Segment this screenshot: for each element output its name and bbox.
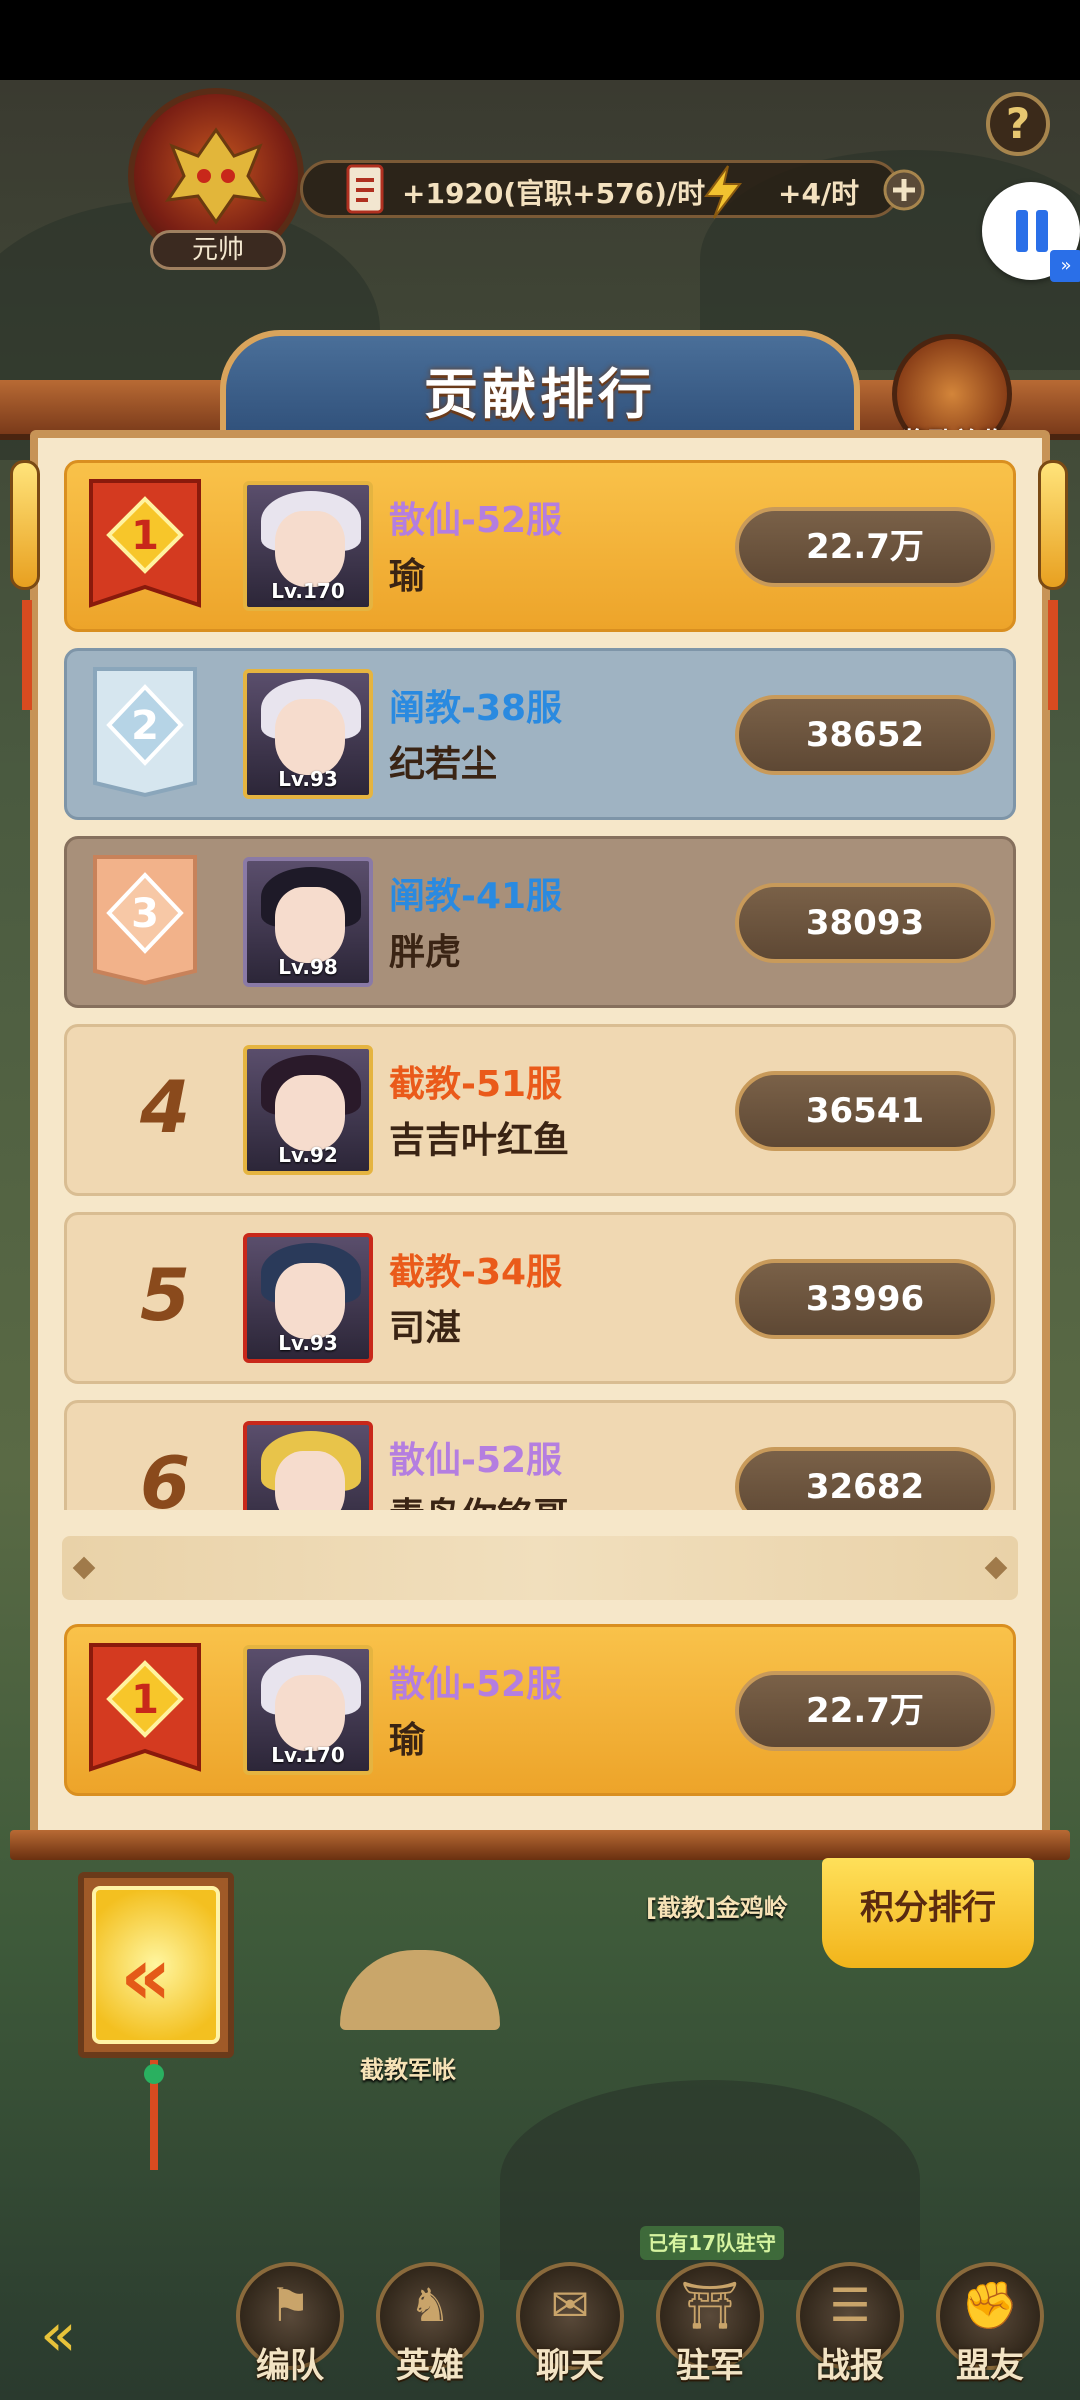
nav-label-allies: 盟友 — [956, 2346, 1024, 2386]
rank-number: 6 — [139, 1441, 191, 1510]
rank-number: 4 — [139, 1065, 191, 1149]
score-ranking-button[interactable]: 积分排行 — [822, 1858, 1034, 1968]
report-icon: ☰ — [829, 2278, 871, 2332]
server-name: 截教-34服 — [389, 1252, 563, 1293]
contribution-score: 36541 — [735, 1071, 995, 1151]
bronze-rank-banner-icon: 3 — [93, 855, 197, 986]
server-name: 散仙-52服 — [389, 1664, 563, 1705]
contribution-score: 33996 — [735, 1259, 995, 1339]
chat-icon: ✉ — [550, 2278, 590, 2332]
server-name: 阐教-41服 — [389, 876, 563, 917]
energy-rate: +4/时 — [778, 177, 860, 210]
hero-avatar: Lv.170 — [243, 481, 373, 611]
contribution-score: 38093 — [735, 883, 995, 963]
hero-avatar: Lv.170 — [243, 1645, 373, 1775]
nav-label-battle-report: 战报 — [816, 2346, 884, 2386]
fast-forward-icon[interactable]: » — [1050, 250, 1080, 282]
scroll-pin-right — [1038, 460, 1068, 590]
ranking-row-6[interactable]: 6 散仙-52服 青鸟你铭哥 32682 — [64, 1400, 1016, 1510]
nav-label-formation: 编队 — [256, 2346, 324, 2386]
scroll-pin-left — [10, 460, 40, 590]
player-name: 吉吉叶红鱼 — [389, 1120, 570, 1161]
garrison-badge: 已有17队驻守 — [640, 2226, 784, 2260]
hero-avatar — [243, 1421, 373, 1510]
server-name: 散仙-52服 — [389, 500, 563, 541]
ranking-row-4[interactable]: 4 Lv.92 截教-51服 吉吉叶红鱼 36541 — [64, 1024, 1016, 1196]
player-name: 瑜 — [389, 1720, 426, 1761]
map-location-label[interactable]: [截教]金鸡岭 — [646, 1888, 788, 1923]
contribution-score: 38652 — [735, 695, 995, 775]
add-energy-icon[interactable] — [882, 168, 926, 212]
hero-avatar: Lv.93 — [243, 669, 373, 799]
hero-level: Lv.93 — [278, 1331, 338, 1355]
rank-number: 2 — [131, 703, 159, 749]
lightning-icon — [704, 165, 743, 219]
hero-level: Lv.92 — [278, 1143, 338, 1167]
rank-title: 元帅 — [150, 230, 286, 270]
garrison-icon: ⛩ — [680, 2278, 740, 2332]
my-ranking-row: 1 Lv.170 散仙-52服 瑜 22.7万 — [64, 1624, 1016, 1796]
contribution-score: 22.7万 — [735, 1671, 995, 1751]
lantern-knot — [144, 2064, 164, 2084]
hero-level: Lv.93 — [278, 767, 338, 791]
panel-bottom-rod — [10, 1830, 1070, 1860]
contribution-score: 32682 — [735, 1447, 995, 1510]
back-arrow-icon: « — [120, 1930, 172, 2023]
rank-number: 5 — [139, 1253, 191, 1337]
ranking-row-1[interactable]: 1 Lv.170 散仙-52服 瑜 22.7万 — [64, 460, 1016, 632]
contribution-score: 22.7万 — [735, 507, 995, 587]
hero-level: Lv.98 — [278, 955, 338, 979]
dragon-helmet-icon — [164, 127, 268, 225]
camp-label[interactable]: 截教军帐 — [360, 2050, 456, 2085]
hero-avatar: Lv.98 — [243, 857, 373, 987]
server-name: 截教-51服 — [389, 1064, 563, 1105]
ranking-row-3[interactable]: 3 Lv.98 阐教-41服 胖虎 38093 — [64, 836, 1016, 1008]
allies-icon: ✊ — [961, 2278, 1019, 2332]
player-name: 青鸟你铭哥 — [389, 1487, 569, 1510]
gold-rank-banner-icon: 1 — [89, 1643, 201, 1772]
list-divider — [62, 1536, 1018, 1600]
ranking-row-5[interactable]: 5 Lv.93 截教-34服 司湛 33996 — [64, 1212, 1016, 1384]
hero-avatar: Lv.92 — [243, 1045, 373, 1175]
nav-label-heroes: 英雄 — [396, 2346, 464, 2386]
gold-rank-banner-icon: 1 — [89, 479, 201, 608]
hero-avatar: Lv.93 — [243, 1233, 373, 1363]
player-name: 胖虎 — [389, 932, 462, 973]
collapse-arrow-icon[interactable]: « — [40, 2300, 77, 2370]
rank-number: 1 — [131, 1677, 159, 1723]
help-button[interactable]: ? — [986, 92, 1050, 156]
game-screen: 元帅 +1920(官职+576)/时 +4/时 ? » 贡献排行 奖励总览 1 — [0, 0, 1080, 2400]
player-name: 纪若尘 — [389, 744, 498, 785]
income-rate: +1920(官职+576)/时 — [402, 177, 706, 210]
server-name: 阐教-38服 — [389, 688, 563, 729]
rank-number: 1 — [131, 513, 159, 559]
scroll-token-icon — [346, 164, 384, 214]
scroll-edge-left — [22, 600, 32, 710]
scroll-edge-right — [1048, 600, 1058, 710]
status-bar — [0, 0, 1080, 80]
player-name: 瑜 — [389, 556, 426, 597]
formation-icon: ⚑ — [269, 2278, 311, 2332]
rank-number: 3 — [131, 891, 159, 937]
hero-icon: ♞ — [409, 2278, 451, 2332]
ranking-list[interactable]: 1 Lv.170 散仙-52服 瑜 22.7万 2 Lv.93 阐教-38服 纪… — [60, 460, 1020, 1510]
ranking-row-2[interactable]: 2 Lv.93 阐教-38服 纪若尘 38652 — [64, 648, 1016, 820]
hero-level: Lv.170 — [271, 579, 345, 603]
nav-label-garrison: 驻军 — [676, 2346, 744, 2386]
player-name: 司湛 — [389, 1308, 462, 1349]
server-name: 散仙-52服 — [389, 1440, 563, 1481]
hero-level: Lv.170 — [271, 1743, 345, 1767]
silver-rank-banner-icon: 2 — [93, 667, 197, 798]
nav-label-chat: 聊天 — [536, 2346, 604, 2386]
